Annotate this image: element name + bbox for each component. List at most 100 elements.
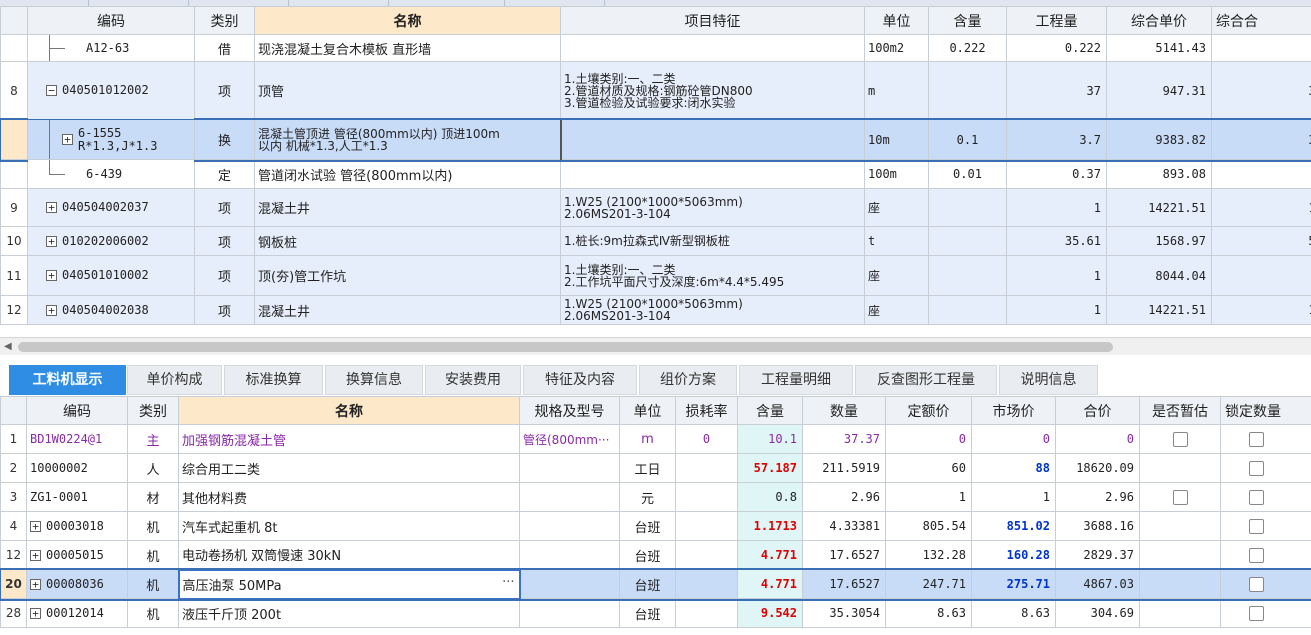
resource-row[interactable]: 4 +00003018 机汽车式起重机 8t 台班 1.1713 4.33381 805.5… [0, 511, 1311, 541]
lock-quantity-cell[interactable] [1220, 482, 1311, 512]
kind-cell[interactable]: 材 [127, 482, 179, 512]
name-cell[interactable]: 混凝土井 [254, 295, 561, 325]
bill-row[interactable]: 11 +040501010002 项顶(夯)管工作坑 1.土壤类别:一、二类 2.工作… [0, 255, 1311, 296]
content-cell[interactable]: 9.542 [737, 598, 803, 628]
quantity-cell[interactable]: 3.7 [1006, 119, 1107, 160]
content-cell[interactable] [928, 226, 1007, 256]
feature-cell[interactable] [560, 34, 865, 62]
code-cell[interactable]: +040501010002 [27, 255, 195, 296]
lock-quantity-cell[interactable] [1220, 540, 1311, 570]
kind-cell[interactable]: 项 [194, 295, 255, 325]
scrollbar-thumb[interactable] [18, 342, 1113, 352]
feature-cell[interactable]: 1.土壤类别:一、二类 2.管道材质及规格:钢筋砼管DN800 3.管道检验及试… [560, 61, 865, 120]
lock-quantity-checkbox[interactable] [1249, 605, 1264, 621]
bill-row[interactable]: 12 +040504002038 项混凝土井 1.W25 (2100*1000*506… [0, 295, 1311, 325]
content-cell[interactable]: 1.1713 [737, 511, 803, 541]
tab-standard-conversion[interactable]: 标准换算 [224, 365, 323, 395]
col-feature[interactable]: 项目特征 [560, 6, 865, 35]
provisional-cell[interactable] [1139, 569, 1221, 599]
code-cell[interactable]: A12-63 [27, 34, 195, 62]
col-quantity[interactable]: 工程量 [1006, 6, 1107, 35]
provisional-cell[interactable] [1139, 482, 1221, 512]
kind-cell[interactable]: 换 [194, 119, 255, 160]
col-unit[interactable]: 单位 [864, 6, 929, 35]
tab-installation-fees[interactable]: 安装费用 [425, 365, 521, 395]
kind-cell[interactable]: 机 [127, 569, 179, 599]
col-unit-price[interactable]: 综合单价 [1106, 6, 1212, 35]
provisional-cell[interactable] [1139, 453, 1221, 483]
quantity-cell[interactable]: 37.37 [802, 424, 886, 454]
lock-quantity-cell[interactable] [1220, 569, 1311, 599]
expand-icon[interactable]: + [30, 521, 41, 532]
content-cell[interactable] [928, 188, 1007, 227]
lock-quantity-checkbox[interactable] [1249, 431, 1264, 447]
tab-conversion-info[interactable]: 换算信息 [325, 365, 423, 395]
name-cell[interactable]: 综合用工二类 [178, 453, 520, 483]
code-cell[interactable]: +6-1555 R*1.3,J*1.3 [27, 119, 195, 160]
name-cell[interactable]: 其他材料费 [178, 482, 520, 512]
code-cell[interactable]: −040501012002 [27, 61, 195, 120]
loss-rate-cell[interactable] [675, 453, 738, 483]
col-name[interactable]: 名称 [254, 6, 561, 35]
spec-cell[interactable] [519, 511, 620, 541]
unit-cell[interactable]: 10m [864, 119, 929, 160]
resource-row[interactable]: 2 10000002 人综合用工二类 工日 57.187 211.5919 60 88 1862… [0, 453, 1311, 483]
code-cell[interactable]: +040504002038 [27, 295, 195, 325]
loss-rate-cell[interactable]: 0 [675, 424, 738, 454]
quantity-cell[interactable]: 1 [1006, 295, 1107, 325]
market-price-cell[interactable]: 8.63 [971, 598, 1056, 628]
bill-row[interactable]: +6-1555 R*1.3,J*1.3 换混凝土管顶进 管径(800mm以内) 顶进… [0, 117, 1311, 162]
col-kind[interactable]: 类别 [127, 396, 179, 425]
content-cell[interactable]: 0.8 [737, 482, 803, 512]
provisional-cell[interactable] [1139, 511, 1221, 541]
lock-quantity-cell[interactable] [1220, 424, 1311, 454]
bill-row[interactable]: A12-63 借现浇混凝土复合木模板 直形墙 100m2 0.222 0.222 5141… [0, 34, 1311, 62]
quantity-cell[interactable]: 0.222 [1006, 34, 1107, 62]
spec-cell[interactable]: 管径(800mm··· [519, 424, 620, 454]
feature-cell[interactable]: 1.W25 (2100*1000*5063mm) 2.06MS201-3-104 [560, 188, 865, 227]
col-total[interactable]: 合价 [1055, 396, 1140, 425]
name-cell[interactable]: 管道闭水试验 管径(800mm以内) [254, 159, 561, 189]
expand-icon[interactable]: + [46, 270, 57, 281]
lock-quantity-checkbox[interactable] [1249, 489, 1264, 505]
scroll-left-icon[interactable]: ◀ [4, 341, 12, 352]
col-name[interactable]: 名称 [178, 396, 520, 425]
unit-cell[interactable]: m [619, 424, 676, 454]
collapse-icon[interactable]: − [46, 85, 57, 96]
kind-cell[interactable]: 借 [194, 34, 255, 62]
tab-unit-price-composition[interactable]: 单价构成 [127, 365, 222, 395]
name-cell[interactable]: 混凝土井 [254, 188, 561, 227]
lock-quantity-cell[interactable] [1220, 453, 1311, 483]
name-cell[interactable]: 电动卷扬机 双筒慢速 30kN [178, 540, 520, 570]
lock-quantity-checkbox[interactable] [1249, 576, 1264, 592]
code-cell[interactable]: 6-439 [27, 159, 195, 189]
code-cell[interactable]: +00005015 [26, 540, 128, 570]
expand-icon[interactable]: + [46, 304, 57, 316]
name-cell[interactable]: 钢板桩 [254, 226, 561, 256]
col-market-price[interactable]: 市场价 [971, 396, 1056, 425]
unit-cell[interactable]: 100m2 [864, 34, 929, 62]
market-price-cell[interactable]: 275.71 [971, 569, 1056, 599]
col-loss-rate[interactable]: 损耗率 [675, 396, 738, 425]
code-cell[interactable]: +00008036 [26, 569, 128, 599]
col-unit[interactable]: 单位 [619, 396, 676, 425]
content-cell[interactable]: 0.1 [928, 119, 1007, 160]
bill-row[interactable]: 10 +010202006002 项钢板桩 1.桩长:9m拉森式Ⅳ新型钢板桩 t 35.6… [0, 226, 1311, 256]
unit-cell[interactable]: m [864, 61, 929, 120]
col-lock-quantity[interactable]: 锁定数量 [1220, 396, 1311, 425]
col-kind[interactable]: 类别 [194, 6, 255, 35]
feature-cell[interactable]: 1.桩长:9m拉森式Ⅳ新型钢板桩 [560, 226, 865, 256]
content-cell[interactable] [928, 61, 1007, 120]
content-cell[interactable]: 4.771 [737, 540, 803, 570]
name-cell[interactable]: 液压千斤顶 200t [178, 598, 520, 628]
name-cell[interactable]: 现浇混凝土复合木模板 直形墙 [254, 34, 561, 62]
kind-cell[interactable]: 项 [194, 188, 255, 227]
spec-cell[interactable] [519, 598, 620, 628]
content-cell[interactable] [928, 255, 1007, 296]
quantity-cell[interactable]: 35.61 [1006, 226, 1107, 256]
quantity-cell[interactable]: 1 [1006, 255, 1107, 296]
spec-cell[interactable] [519, 569, 620, 599]
lock-quantity-checkbox[interactable] [1249, 518, 1264, 534]
code-cell[interactable]: +040504002037 [27, 188, 195, 227]
loss-rate-cell[interactable] [675, 540, 738, 570]
